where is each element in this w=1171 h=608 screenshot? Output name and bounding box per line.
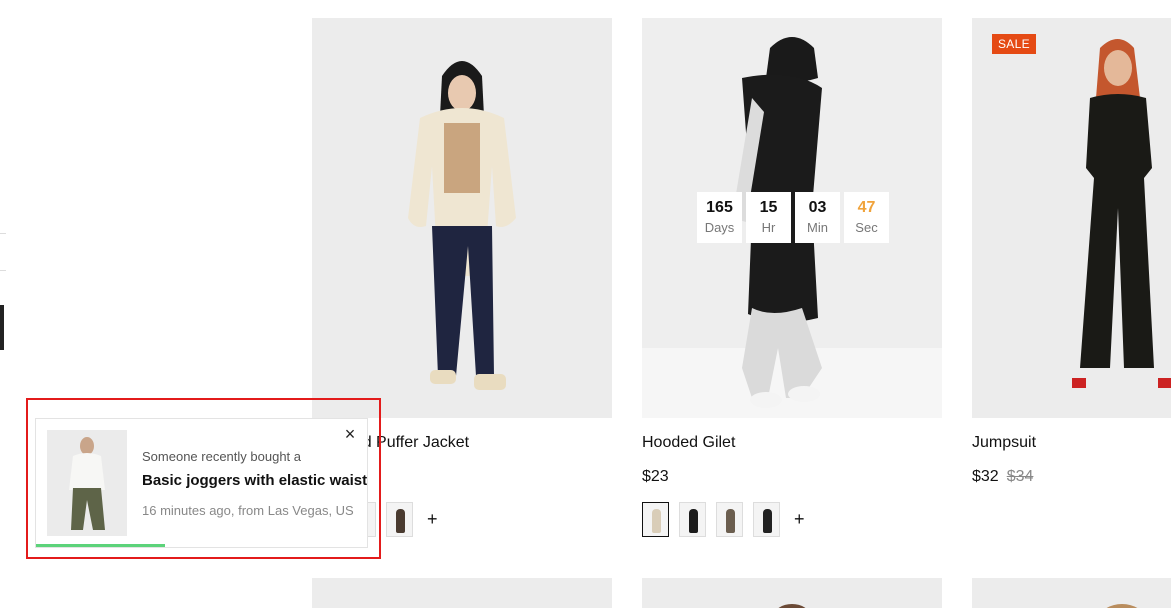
- product-grid-page: Collared Puffer Jacket + 165 Days 15 Hr …: [0, 0, 1171, 608]
- product-card-hooded-gilet[interactable]: 165 Days 15 Hr 03 Min 47 Sec Hooded Gile…: [642, 18, 942, 537]
- jumpsuit-photo: [972, 18, 1171, 418]
- more-colors-plus-icon[interactable]: +: [427, 502, 438, 537]
- countdown-value: 165: [706, 199, 733, 216]
- product-price: $32 $34: [972, 468, 1033, 486]
- product-card-jumpsuit[interactable]: SALE Jumpsuit $32 $34: [972, 18, 1171, 485]
- color-swatch[interactable]: [386, 502, 413, 537]
- countdown-seconds: 47 Sec: [844, 192, 889, 243]
- countdown-label: Days: [704, 220, 735, 235]
- product-image-hooded-gilet[interactable]: 165 Days 15 Hr 03 Min 47 Sec: [642, 18, 942, 418]
- color-swatches: +: [642, 502, 805, 537]
- color-swatch[interactable]: [679, 502, 706, 537]
- countdown-hours: 15 Hr: [746, 192, 791, 243]
- puffer-jacket-photo: [312, 18, 612, 418]
- product-card-puffer-jacket[interactable]: Collared Puffer Jacket +: [312, 18, 612, 537]
- countdown-value: 03: [808, 199, 827, 216]
- product-image-puffer-jacket[interactable]: [312, 18, 612, 418]
- product-price: $23: [642, 468, 669, 486]
- product-card-row2-2[interactable]: [642, 578, 942, 608]
- original-price: $34: [1006, 468, 1034, 485]
- product-card-row2-3[interactable]: [972, 578, 1171, 608]
- color-swatch[interactable]: [753, 502, 780, 537]
- highlight-outline: [26, 398, 381, 559]
- product-title[interactable]: Jumpsuit: [972, 434, 1036, 452]
- row2-photo: [1106, 604, 1138, 608]
- current-price: $23: [642, 468, 669, 485]
- sale-countdown-timer: 165 Days 15 Hr 03 Min 47 Sec: [697, 192, 889, 243]
- countdown-minutes: 03 Min: [795, 192, 840, 243]
- countdown-label: Sec: [855, 220, 878, 235]
- current-price: $32: [972, 468, 999, 485]
- countdown-value: 47: [857, 199, 876, 216]
- color-swatch-selected[interactable]: [642, 502, 669, 537]
- countdown-label: Hr: [761, 220, 776, 235]
- color-swatch[interactable]: [716, 502, 743, 537]
- row2-photo: [778, 604, 806, 608]
- left-edge-dark-element: [0, 305, 4, 350]
- more-colors-plus-icon[interactable]: +: [794, 502, 805, 537]
- countdown-label: Min: [807, 220, 828, 235]
- product-card-row2-1[interactable]: [312, 578, 612, 608]
- left-edge-element: [0, 233, 6, 271]
- countdown-days: 165 Days: [697, 192, 742, 243]
- product-title[interactable]: Hooded Gilet: [642, 434, 735, 452]
- sale-badge: SALE: [992, 34, 1036, 54]
- product-image-jumpsuit[interactable]: SALE: [972, 18, 1171, 418]
- countdown-value: 15: [759, 199, 778, 216]
